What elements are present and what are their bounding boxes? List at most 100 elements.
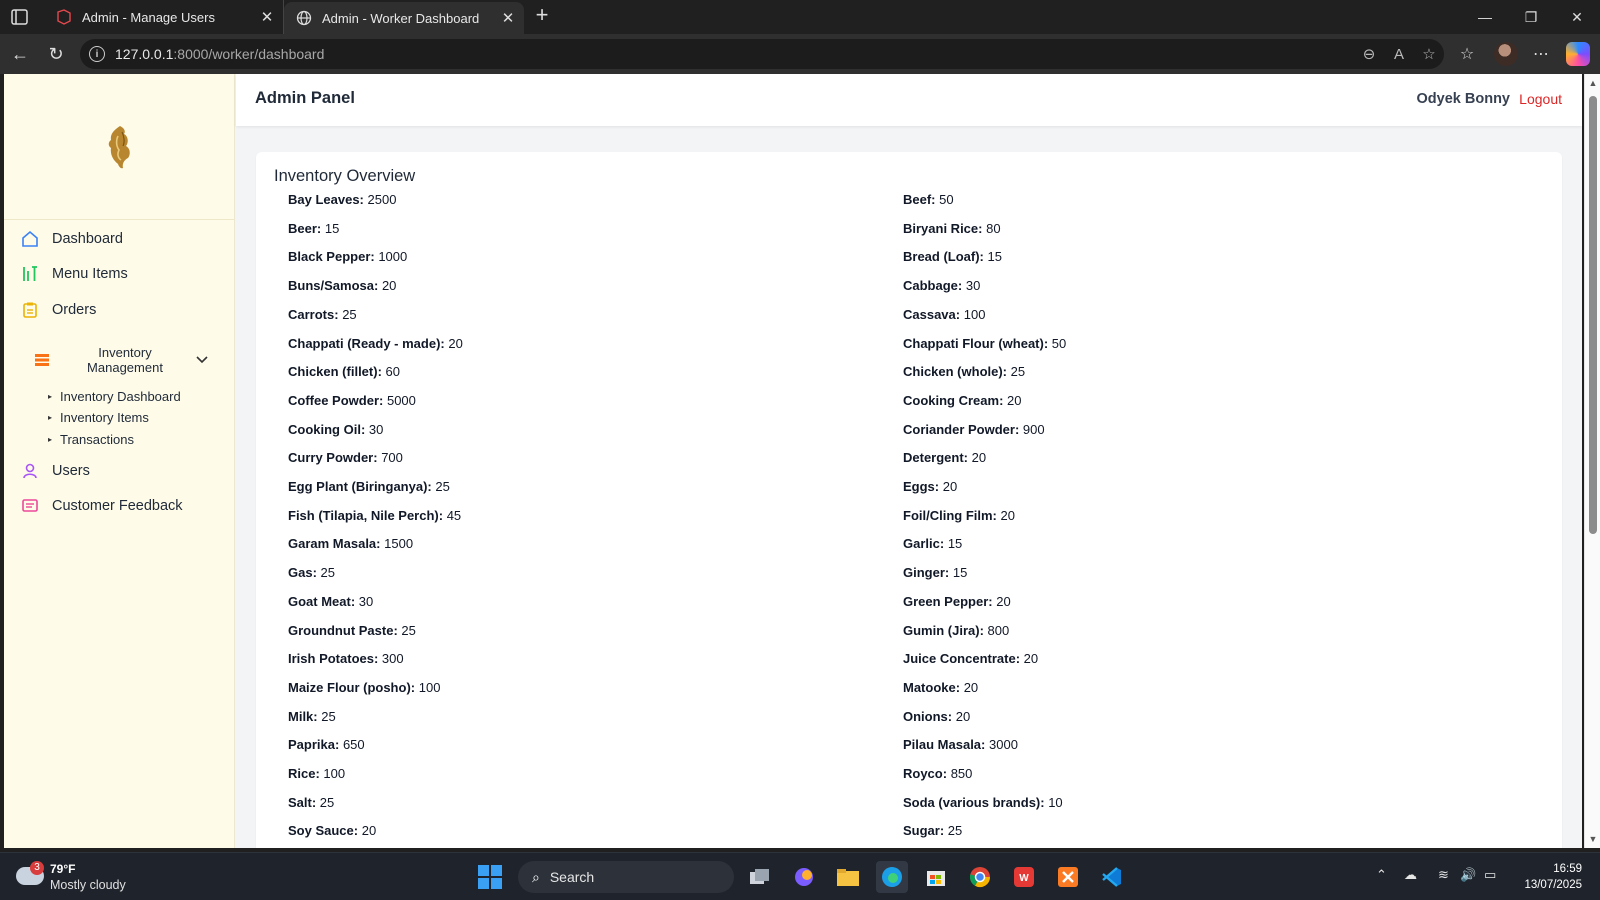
tab-worker-dashboard[interactable]: Admin - Worker Dashboard ✕ xyxy=(284,2,524,34)
close-window-icon[interactable]: ✕ xyxy=(1554,0,1600,34)
new-tab-icon[interactable]: + xyxy=(530,4,554,28)
layers-icon xyxy=(32,350,52,370)
minimize-icon[interactable]: — xyxy=(1462,0,1508,34)
feedback-icon xyxy=(20,496,40,516)
inventory-item: Chappati (Ready - made): 20 xyxy=(288,336,463,356)
url-text[interactable]: 127.0.0.1:8000/worker/dashboard xyxy=(115,46,1354,62)
inventory-item: Cabbage: 30 xyxy=(903,278,980,298)
laravel-favicon-icon xyxy=(56,9,72,25)
inventory-item: Royco: 850 xyxy=(903,766,972,786)
tab-title: Admin - Manage Users xyxy=(82,9,215,25)
logo xyxy=(4,74,234,220)
inventory-item-name: Biryani Rice: xyxy=(903,220,983,236)
inventory-item-quantity: 20 xyxy=(996,593,1011,609)
inventory-item-name: Salt: xyxy=(288,794,317,810)
address-toolbar: ← ↻ i 127.0.0.1:8000/worker/dashboard ⊖ … xyxy=(0,34,1600,74)
more-options-icon[interactable]: ⋯ xyxy=(1526,39,1556,69)
inventory-item-quantity: 50 xyxy=(1051,335,1067,351)
inventory-item-name: Irish Potatoes: xyxy=(288,651,379,667)
file-explorer-icon[interactable] xyxy=(832,861,864,893)
inventory-item-quantity: 20 xyxy=(1023,651,1039,667)
sidebar-item-inventory-management[interactable]: Inventory Management xyxy=(4,342,235,378)
windows-start-icon[interactable] xyxy=(478,865,502,889)
close-tab-icon[interactable]: ✕ xyxy=(496,9,520,27)
inventory-item: Buns/Samosa: 20 xyxy=(288,278,396,298)
sidebar-item-label: Orders xyxy=(52,302,97,318)
inventory-item: Goat Meat: 30 xyxy=(288,594,373,614)
inventory-item-quantity: 800 xyxy=(987,622,1010,638)
inventory-item-name: Goat Meat: xyxy=(288,593,356,609)
site-info-icon[interactable]: i xyxy=(89,46,105,62)
tab-actions-icon[interactable] xyxy=(10,8,30,26)
favorite-star-icon[interactable]: ☆ xyxy=(1414,39,1444,69)
chevron-down-icon[interactable] xyxy=(194,352,210,368)
logout-link[interactable]: Logout xyxy=(1519,91,1562,107)
inventory-item: Cooking Cream: 20 xyxy=(903,393,1022,413)
inventory-item-name: Detergent: xyxy=(903,450,969,466)
inventory-item-quantity: 1000 xyxy=(378,249,408,265)
inventory-item-name: Fish (Tilapia, Nile Perch): xyxy=(288,507,444,523)
browser-tab-bar: Admin - Manage Users ✕ Admin - Worker Da… xyxy=(0,0,1600,34)
inventory-item-name: Chicken (fillet): xyxy=(288,364,382,380)
sidebar-item-menu-items[interactable]: Menu Items xyxy=(4,256,235,292)
profile-avatar[interactable] xyxy=(1494,42,1518,66)
address-bar[interactable]: i 127.0.0.1:8000/worker/dashboard ⊖ A ☆ xyxy=(80,39,1444,69)
inventory-item-quantity: 15 xyxy=(952,565,968,581)
refresh-icon[interactable]: ↻ xyxy=(44,42,68,66)
sidebar-item-orders[interactable]: Orders xyxy=(4,292,235,328)
volume-icon[interactable]: 🔊 xyxy=(1460,867,1476,883)
inventory-item-quantity: 30 xyxy=(358,593,374,609)
inventory-item-name: Garam Masala: xyxy=(288,536,381,552)
inventory-item-name: Cassava: xyxy=(903,306,961,322)
inventory-overview-card: Inventory Overview Bay Leaves: 2500 Beer:… xyxy=(256,152,1562,848)
copilot-icon[interactable] xyxy=(1566,42,1590,66)
weather-widget[interactable]: 3 79°F Mostly cloudy xyxy=(16,859,176,895)
inventory-item-name: Buns/Samosa: xyxy=(288,278,379,294)
vscode-icon[interactable] xyxy=(1096,861,1128,893)
copilot-app-icon[interactable] xyxy=(788,861,820,893)
read-aloud-icon[interactable]: A xyxy=(1384,39,1414,69)
task-view-icon[interactable] xyxy=(744,861,776,893)
inventory-item-name: Ginger: xyxy=(903,565,950,581)
sidebar-item-users[interactable]: Users xyxy=(4,453,235,489)
edge-browser-icon[interactable] xyxy=(876,861,908,893)
chrome-icon[interactable] xyxy=(964,861,996,893)
subitem-inventory-items[interactable]: ▸ Inventory Items xyxy=(48,407,149,427)
inventory-item: Bay Leaves: 2500 xyxy=(288,192,396,212)
scroll-up-icon[interactable]: ▲ xyxy=(1588,78,1598,88)
scrollbar-thumb[interactable] xyxy=(1589,96,1597,534)
inventory-item: Chicken (fillet): 60 xyxy=(288,364,400,384)
page-title: Admin Panel xyxy=(255,89,355,107)
wps-office-icon[interactable]: W xyxy=(1008,861,1040,893)
onedrive-icon[interactable]: ☁ xyxy=(1404,867,1417,883)
microsoft-store-icon[interactable] xyxy=(920,861,952,893)
scroll-down-icon[interactable]: ▼ xyxy=(1588,834,1598,844)
inventory-item-quantity: 20 xyxy=(1007,392,1022,408)
inventory-item: Biryani Rice: 80 xyxy=(903,221,1001,241)
show-hidden-icons-icon[interactable]: ⌃ xyxy=(1376,867,1387,883)
battery-icon[interactable]: ▭ xyxy=(1484,867,1496,883)
sidebar-item-customer-feedback[interactable]: Customer Feedback xyxy=(4,488,235,524)
inventory-item-name: Black Pepper: xyxy=(288,249,375,265)
page-scrollbar[interactable]: ▲ ▼ xyxy=(1584,74,1600,848)
inventory-item-name: Chicken (whole): xyxy=(903,364,1008,380)
inventory-item-quantity: 25 xyxy=(342,306,357,322)
inventory-item-name: Bread (Loaf): xyxy=(903,249,984,265)
favorites-icon[interactable]: ☆ xyxy=(1452,39,1482,69)
close-tab-icon[interactable]: ✕ xyxy=(255,8,279,26)
inventory-item-quantity: 30 xyxy=(368,421,384,437)
inventory-item: Groundnut Paste: 25 xyxy=(288,623,416,643)
subitem-transactions[interactable]: ▸ Transactions xyxy=(48,429,134,449)
subitem-inventory-dashboard[interactable]: ▸ Inventory Dashboard xyxy=(48,386,181,406)
tab-manage-users[interactable]: Admin - Manage Users ✕ xyxy=(44,0,284,34)
back-arrow-icon[interactable]: ← xyxy=(8,42,32,66)
inventory-item: Chicken (whole): 25 xyxy=(903,364,1025,384)
taskbar-search[interactable]: ⌕ Search xyxy=(518,861,734,893)
wifi-icon[interactable]: ≋ xyxy=(1438,867,1449,883)
restore-icon[interactable]: ❐ xyxy=(1508,0,1554,34)
inventory-item-quantity: 20 xyxy=(381,278,397,294)
sidebar-item-dashboard[interactable]: Dashboard xyxy=(4,221,235,257)
zoom-icon[interactable]: ⊖ xyxy=(1354,39,1384,69)
system-clock[interactable]: 16:59 13/07/2025 xyxy=(1524,861,1582,893)
xampp-icon[interactable] xyxy=(1052,861,1084,893)
